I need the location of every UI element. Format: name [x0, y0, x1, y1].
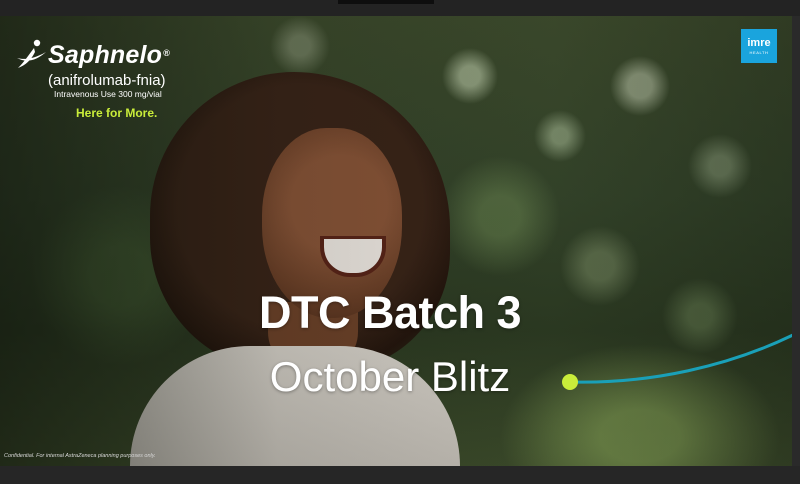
viewer-bottom-bar [0, 466, 800, 484]
confidential-disclaimer: Confidential. For internal AstraZeneca p… [4, 453, 156, 459]
presentation-viewer: Saphnelo® (anifrolumab-fnia) Intravenous… [0, 0, 800, 484]
slide: Saphnelo® (anifrolumab-fnia) Intravenous… [0, 16, 792, 466]
viewer-top-bar [0, 0, 800, 16]
viewer-top-tab[interactable] [338, 0, 434, 4]
slide-subheadline: October Blitz [269, 353, 511, 400]
viewer-right-edge [792, 16, 800, 468]
slide-headline: DTC Batch 3 [258, 287, 522, 338]
accent-curve-line [570, 333, 792, 384]
